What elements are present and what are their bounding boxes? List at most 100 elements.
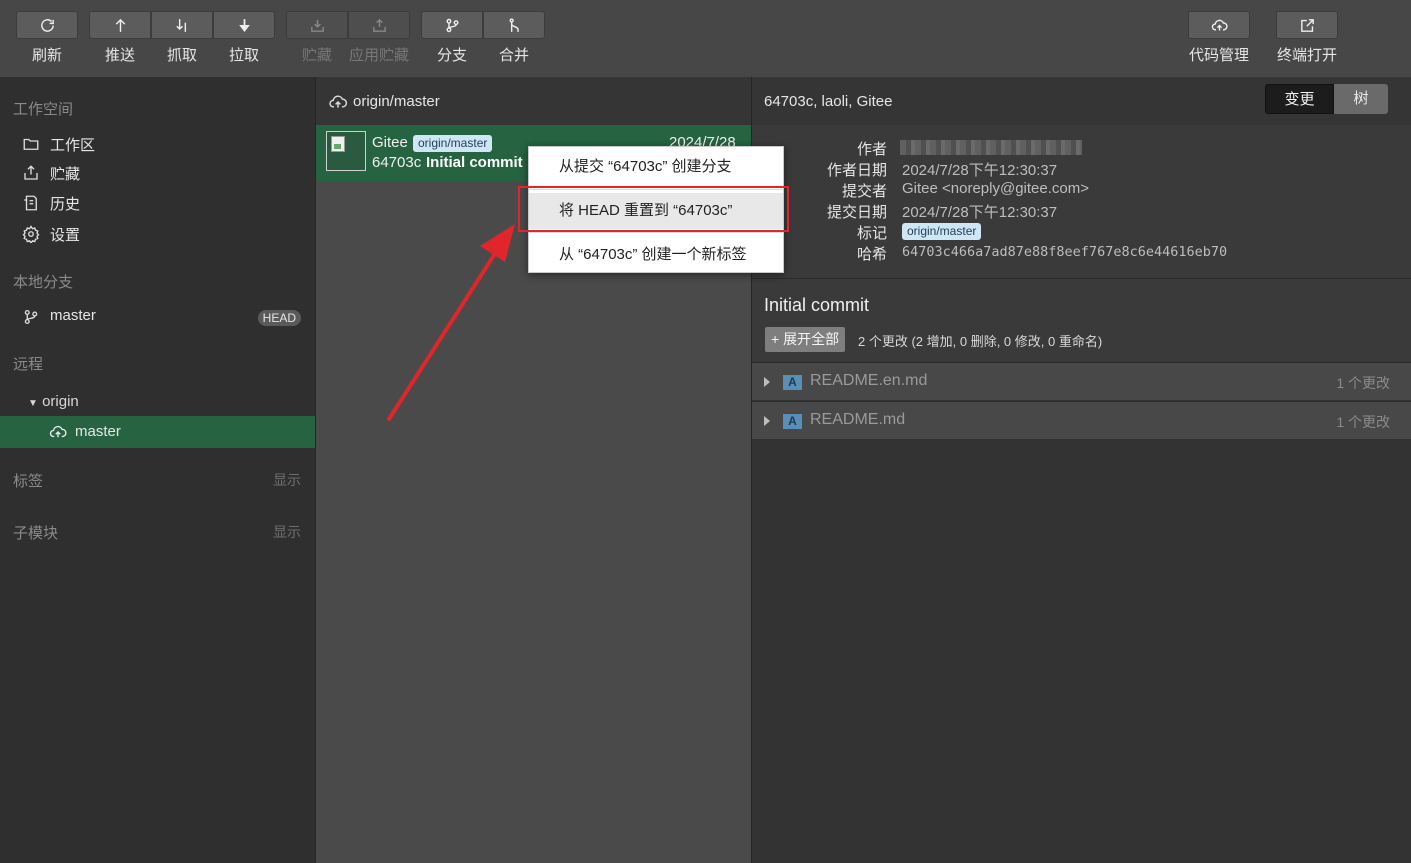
fetch-icon xyxy=(176,19,187,32)
history-icon xyxy=(24,195,37,211)
commit-title: Initial commit xyxy=(764,295,870,315)
external-link-icon xyxy=(1301,19,1314,32)
meta-commit-date-value: 2024/7/28下午12:30:37 xyxy=(902,204,1058,221)
meta-author-date-value: 2024/7/28下午12:30:37 xyxy=(902,162,1058,179)
history-header-label: origin/master xyxy=(353,93,440,110)
merge-label: 合并 xyxy=(498,47,529,64)
stash-icon xyxy=(24,165,38,180)
sidebar-item-stash[interactable]: 贮藏 xyxy=(0,159,315,187)
change-stats: 2 个更改 (2 增加, 0 删除, 0 修改, 0 重命名) xyxy=(858,334,1103,349)
file-name: README.en.md xyxy=(810,372,928,389)
meta-committer-row: 提交者 Gitee <noreply@gitee.com> xyxy=(752,180,1411,201)
meta-committer-key: 提交者 xyxy=(841,183,887,200)
avatar xyxy=(326,131,366,171)
details-header-label: 64703c, laoli, Gitee xyxy=(764,93,893,110)
submodules-title: 子模块 xyxy=(13,525,59,542)
branch-label: master xyxy=(50,307,96,324)
meta-author-date-key: 作者日期 xyxy=(826,162,887,179)
apply-stash-icon xyxy=(373,18,386,32)
highlight-box xyxy=(518,186,789,232)
remote-branch-label: master xyxy=(75,423,121,440)
refresh-icon xyxy=(41,19,54,32)
commit-message: Initial commit xyxy=(426,154,523,171)
tags-show-link[interactable]: 显示 xyxy=(273,470,301,490)
sidebar-item-history[interactable]: 历史 xyxy=(0,189,315,217)
commit-hash: 64703c xyxy=(372,154,422,171)
sidebar: 工作空间 工作区 贮藏 历史 设置 本地分支 master HEAD 远程 ▼ … xyxy=(0,77,315,863)
remote-branch-master[interactable]: master xyxy=(0,416,315,448)
local-branches-title: 本地分支 xyxy=(13,274,74,291)
pull-button[interactable]: 拉取 xyxy=(213,11,275,68)
menu-item-create-tag[interactable]: 从 “64703c” 创建一个新标签 xyxy=(529,237,783,273)
stash-icon xyxy=(311,19,324,32)
workspace-title: 工作空间 xyxy=(13,101,74,118)
gear-icon xyxy=(22,225,40,243)
pull-label: 拉取 xyxy=(228,47,259,64)
commit-meta: 作者 作者日期 2024/7/28下午12:30:37 提交者 Gitee <n… xyxy=(752,125,1411,278)
remote-origin-label: origin xyxy=(42,393,79,410)
cloud-icon xyxy=(49,425,67,438)
meta-hash-key: 哈希 xyxy=(856,246,887,263)
terminal-open-label: 终端打开 xyxy=(1276,47,1337,64)
caret-right-icon[interactable] xyxy=(764,377,770,387)
added-status-badge: A xyxy=(783,414,802,429)
tab-changes[interactable]: 变更 xyxy=(1265,84,1334,114)
branch-icon xyxy=(446,18,459,33)
file-row[interactable]: A README.md 1 个更改 xyxy=(752,401,1411,439)
merge-icon xyxy=(509,18,519,32)
code-manage-button[interactable]: 代码管理 xyxy=(1188,11,1250,68)
push-icon xyxy=(115,18,126,32)
pull-icon xyxy=(239,19,250,33)
refresh-label: 刷新 xyxy=(31,47,62,64)
sidebar-item-settings[interactable]: 设置 xyxy=(0,220,315,248)
history-header: origin/master xyxy=(316,77,751,125)
meta-author-key: 作者 xyxy=(856,141,887,158)
meta-tag-key: 标记 xyxy=(856,225,887,242)
meta-tag-value: origin/master xyxy=(902,223,982,240)
sidebar-item-label: 工作区 xyxy=(50,137,96,154)
file-row[interactable]: A README.en.md 1 个更改 xyxy=(752,362,1411,400)
file-change-count: 1 个更改 xyxy=(1336,375,1390,391)
commit-ref-tag: origin/master xyxy=(413,135,493,152)
sidebar-item-label: 历史 xyxy=(50,196,81,213)
submodules-show-link[interactable]: 显示 xyxy=(273,522,301,542)
added-status-badge: A xyxy=(783,375,802,390)
meta-hash-row: 哈希 64703c466a7ad87e88f8eef767e8c6e44616e… xyxy=(752,243,1411,264)
meta-committer-value: Gitee <noreply@gitee.com> xyxy=(902,180,1089,197)
sidebar-item-label: 设置 xyxy=(50,227,81,244)
caret-down-icon: ▼ xyxy=(28,398,38,409)
cloud-icon xyxy=(329,95,348,108)
remote-origin[interactable]: ▼ origin xyxy=(28,393,79,410)
meta-author-date-row: 作者日期 2024/7/28下午12:30:37 xyxy=(752,159,1411,180)
sidebar-item-workarea[interactable]: 工作区 xyxy=(0,130,315,158)
meta-hash-value[interactable]: 64703c466a7ad87e88f8eef767e8c6e44616eb70 xyxy=(902,244,1227,260)
details-header: 64703c, laoli, Gitee 变更 树 xyxy=(752,77,1411,125)
branch-icon xyxy=(24,309,38,325)
expand-all-button[interactable]: + 展开全部 xyxy=(765,327,846,352)
caret-right-icon[interactable] xyxy=(764,416,770,426)
commit-summary: Initial commit + 展开全部 2 个更改 (2 增加, 0 删除,… xyxy=(752,278,1411,362)
redacted-author xyxy=(900,140,1082,155)
tab-tree[interactable]: 树 xyxy=(1334,84,1388,114)
menu-divider xyxy=(529,232,783,233)
cloud-upload-icon xyxy=(1211,19,1228,31)
code-manage-label: 代码管理 xyxy=(1188,47,1249,64)
details-panel: 64703c, laoli, Gitee 变更 树 作者 作者日期 2024/7… xyxy=(751,77,1411,863)
refresh-button[interactable]: 刷新 xyxy=(16,11,78,68)
apply-stash-button[interactable]: 应用贮藏 xyxy=(348,11,410,68)
menu-item-create-branch[interactable]: 从提交 “64703c” 创建分支 xyxy=(529,149,783,185)
file-change-count: 1 个更改 xyxy=(1336,414,1390,430)
tags-title: 标签 xyxy=(13,473,44,490)
local-branch-master[interactable]: master HEAD xyxy=(0,303,315,331)
merge-button[interactable]: 合并 xyxy=(483,11,545,68)
sidebar-item-label: 贮藏 xyxy=(50,166,81,183)
file-name: README.md xyxy=(810,411,906,428)
folder-icon xyxy=(23,138,39,150)
meta-commit-date-row: 提交日期 2024/7/28下午12:30:37 xyxy=(752,201,1411,222)
apply-stash-label: 应用贮藏 xyxy=(348,47,409,64)
meta-tag-row: 标记 origin/master xyxy=(752,222,1411,243)
broken-image-icon xyxy=(331,136,345,152)
meta-author-row: 作者 xyxy=(752,138,1411,159)
toolbar: 刷新 推送 抓取 拉取 贮藏 应用贮藏 分支 合并 代码管理 终端打开 xyxy=(0,0,1411,77)
terminal-open-button[interactable]: 终端打开 xyxy=(1276,11,1338,68)
